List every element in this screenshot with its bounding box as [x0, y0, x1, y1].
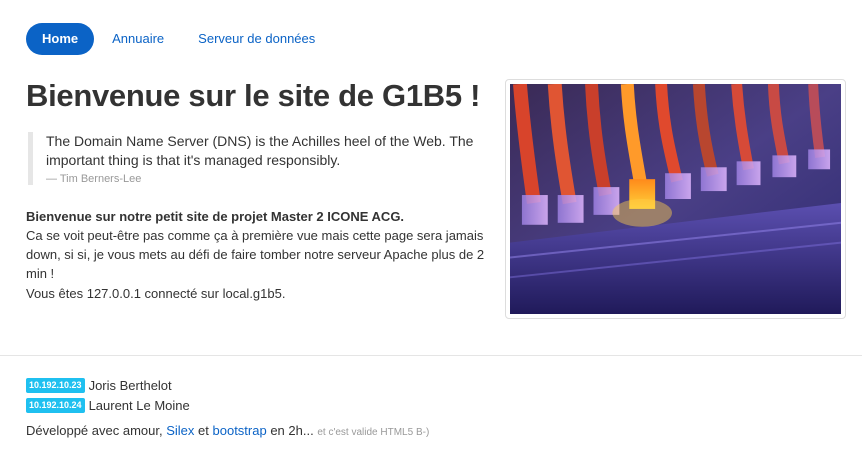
footer-prefix: Développé avec amour,: [26, 423, 163, 438]
quote: The Domain Name Server (DNS) is the Achi…: [28, 132, 478, 185]
intro: Bienvenue sur notre petit site de projet…: [26, 207, 486, 283]
footer: Développé avec amour, Silex et bootstrap…: [26, 423, 429, 438]
connection-status: Vous êtes 127.0.0.1 connecté sur local.g…: [26, 286, 286, 301]
page-title: Bienvenue sur le site de G1B5 !: [26, 78, 481, 113]
intro-body: Ca se voit peut-être pas comme ça à prem…: [26, 228, 485, 281]
network-cables-image: [505, 79, 846, 319]
footer-note: et c'est valide HTML5 B-): [317, 427, 430, 438]
intro-lead: Bienvenue sur notre petit site de projet…: [26, 209, 405, 224]
nav-serveur-de-donnees[interactable]: Serveur de données: [182, 23, 331, 55]
footer-suffix: en 2h...: [270, 423, 314, 438]
nav-annuaire[interactable]: Annuaire: [96, 23, 180, 55]
footer-and: et: [198, 423, 209, 438]
member-name: Joris Berthelot: [88, 377, 172, 393]
member-list: 10.192.10.23 Joris Berthelot 10.192.10.2…: [26, 375, 190, 415]
divider: [0, 355, 862, 356]
quote-text: The Domain Name Server (DNS) is the Achi…: [46, 133, 474, 168]
member-item: 10.192.10.23 Joris Berthelot: [26, 375, 190, 395]
nav-home[interactable]: Home: [26, 23, 95, 55]
quote-source: — Tim Berners-Lee: [46, 173, 142, 185]
member-item: 10.192.10.24 Laurent Le Moine: [26, 395, 190, 415]
cables-illustration: [510, 84, 841, 314]
bootstrap-link[interactable]: bootstrap: [213, 423, 267, 438]
ip-badge: 10.192.10.23: [26, 377, 85, 393]
ip-badge: 10.192.10.24: [26, 397, 85, 413]
silex-link[interactable]: Silex: [166, 423, 194, 438]
member-name: Laurent Le Moine: [88, 397, 190, 413]
main-nav: Home Annuaire Serveur de données: [26, 23, 331, 55]
